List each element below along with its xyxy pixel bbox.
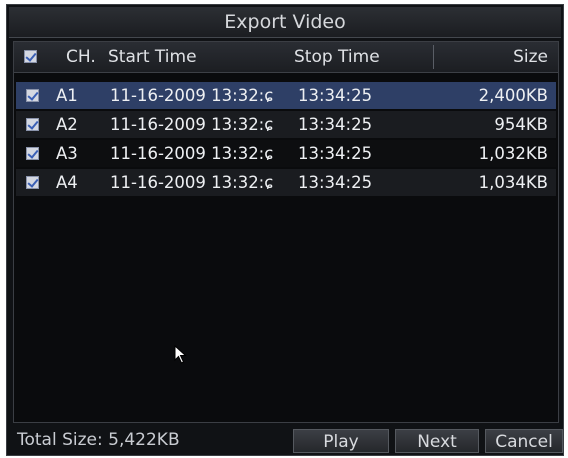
mouse-cursor-icon <box>174 345 187 364</box>
table-row[interactable]: A1 11-16-2009 13:32:ɕ 13:34:25 2,400KB <box>16 82 556 109</box>
row-start-time: 11-16-2009 13:32:ɕ <box>110 173 274 192</box>
total-size-label: Total Size: 5,422KB <box>17 430 180 450</box>
table-header: CH. Start Time Stop Time Size <box>14 42 558 73</box>
row-channel: A3 <box>56 144 78 163</box>
row-channel: A4 <box>56 173 78 192</box>
row-stop-time: 13:34:25 <box>298 144 373 163</box>
next-button[interactable]: Next <box>395 429 479 453</box>
row-size: 2,400KB <box>478 86 548 105</box>
row-stop-time: 13:34:25 <box>298 173 373 192</box>
row-size: 954KB <box>494 115 548 134</box>
row-checkbox[interactable] <box>26 147 39 160</box>
export-video-dialog: Export Video CH. Start Time Stop Time Si… <box>6 4 564 456</box>
dialog-title: Export Video <box>9 7 561 38</box>
row-stop-time: 13:34:25 <box>298 86 373 105</box>
row-channel: A1 <box>56 86 78 105</box>
play-button[interactable]: Play <box>293 429 389 453</box>
row-start-time: 11-16-2009 13:32:ɕ <box>110 115 274 134</box>
row-size: 1,032KB <box>478 144 548 163</box>
row-start-time: 11-16-2009 13:32:ɕ <box>110 144 274 163</box>
export-file-table: CH. Start Time Stop Time Size A1 11-16-2… <box>13 41 559 423</box>
header-channel[interactable]: CH. <box>66 42 96 72</box>
row-start-time: 11-16-2009 13:32:ɕ <box>110 86 274 105</box>
table-row[interactable]: A3 11-16-2009 13:32:ɕ 13:34:25 1,032KB <box>16 140 556 167</box>
row-channel: A2 <box>56 115 78 134</box>
row-size: 1,034KB <box>478 173 548 192</box>
dialog-footer: Total Size: 5,422KB Play Next Cancel <box>9 425 563 455</box>
row-checkbox[interactable] <box>26 89 39 102</box>
header-size[interactable]: Size <box>513 42 548 72</box>
header-start-time[interactable]: Start Time <box>108 42 197 72</box>
row-stop-time: 13:34:25 <box>298 115 373 134</box>
table-row[interactable]: A4 11-16-2009 13:32:ɕ 13:34:25 1,034KB <box>16 169 556 196</box>
header-stop-time[interactable]: Stop Time <box>294 42 380 72</box>
row-checkbox[interactable] <box>26 118 39 131</box>
row-checkbox[interactable] <box>26 176 39 189</box>
select-all-checkbox[interactable] <box>24 50 37 63</box>
header-divider <box>433 45 434 69</box>
cancel-button[interactable]: Cancel <box>485 429 563 453</box>
table-row[interactable]: A2 11-16-2009 13:32:ɕ 13:34:25 954KB <box>16 111 556 138</box>
